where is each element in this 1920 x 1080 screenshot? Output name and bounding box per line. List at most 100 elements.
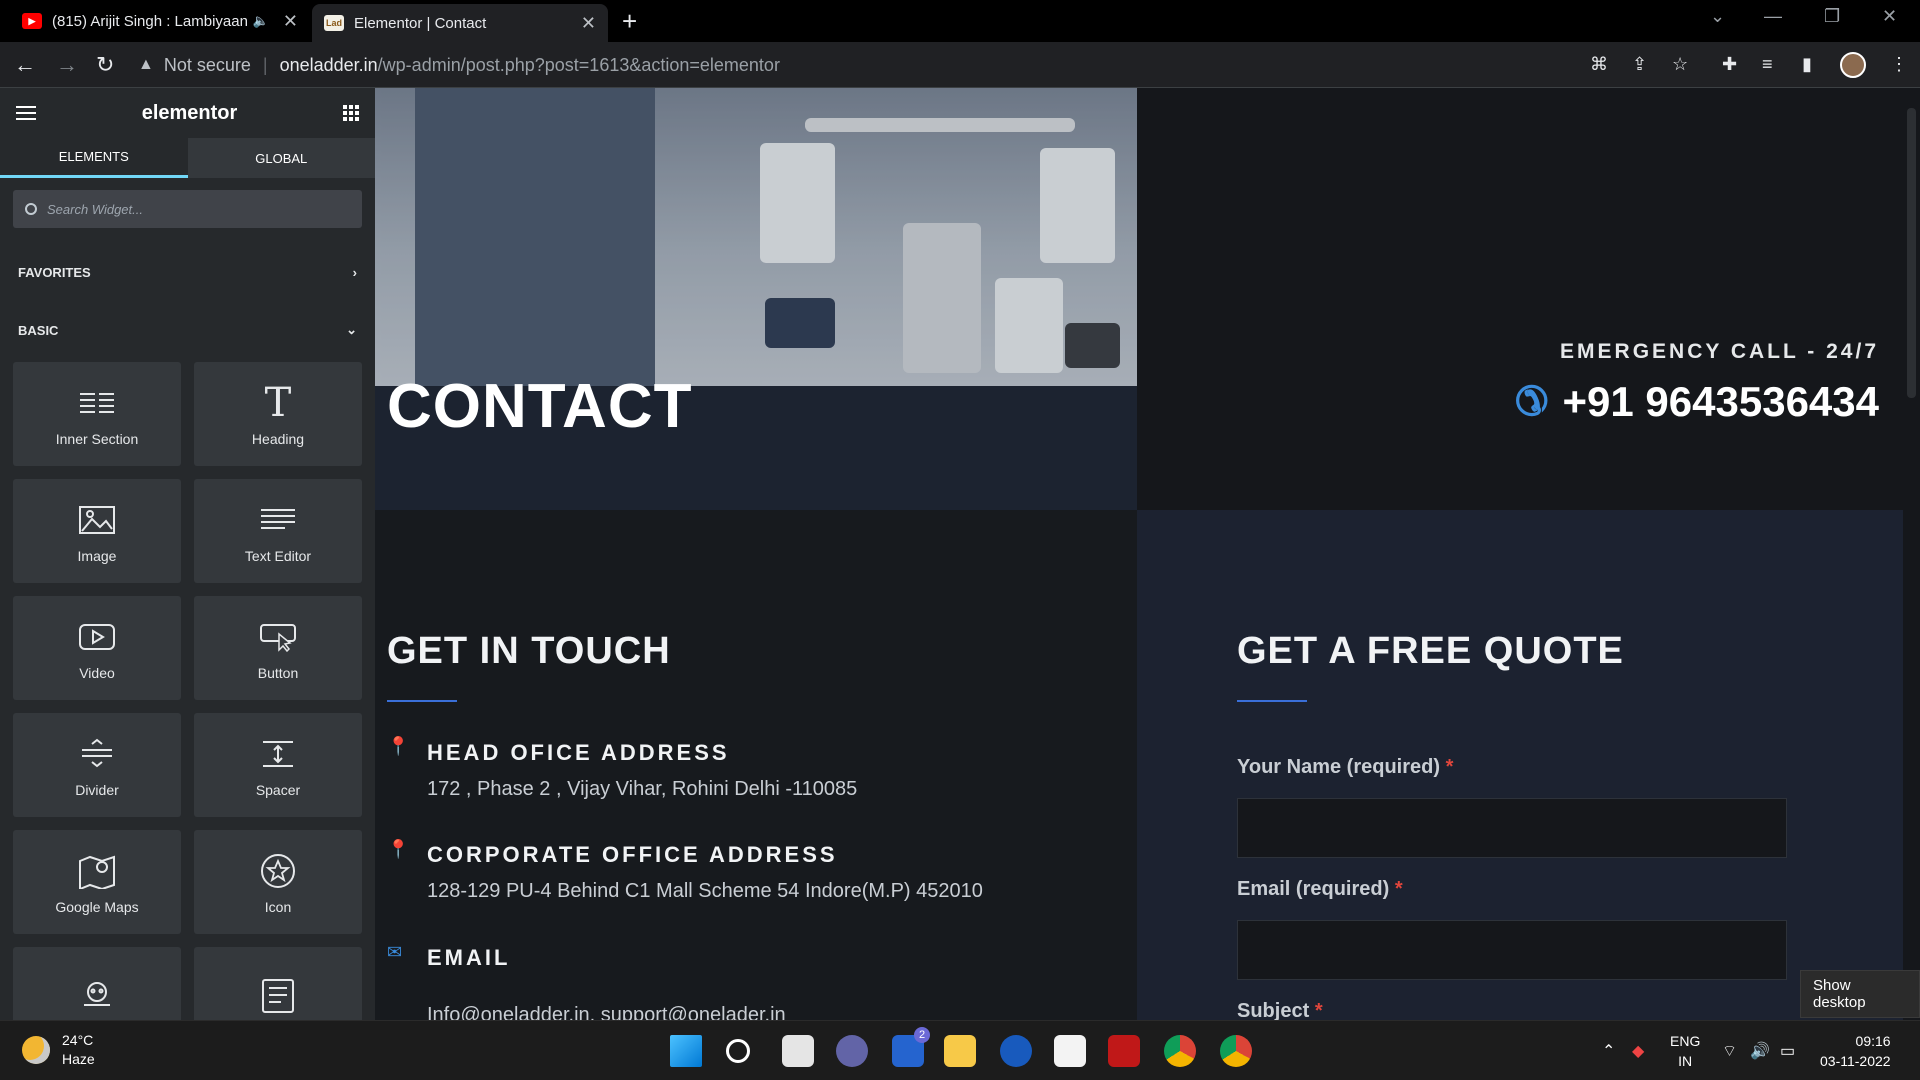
hero-left-section: CONTACT [375, 88, 1137, 510]
widget-image[interactable]: Image [13, 479, 181, 583]
weather-widget[interactable]: 24°C Haze [22, 1031, 95, 1069]
widget-label: Inner Section [55, 431, 139, 447]
image-icon [78, 498, 116, 542]
heading-underline [1237, 700, 1307, 702]
battery-icon[interactable]: ▭ [1780, 1041, 1795, 1061]
new-tab-button[interactable]: + [622, 6, 637, 37]
language-indicator[interactable]: ENG IN [1670, 1031, 1700, 1071]
hero-right-section: EMERGENCY CALL - 24/7 ✆ +91 9643536434 [1137, 88, 1903, 510]
chat-icon[interactable] [836, 1035, 868, 1067]
translate-icon[interactable]: ⌘ [1590, 54, 1608, 75]
share-icon[interactable]: ⇪ [1632, 54, 1647, 75]
quote-form-section: GET A FREE QUOTE Your Name (required) * … [1137, 510, 1903, 1020]
back-button[interactable]: ← [14, 52, 36, 78]
tab-title: (815) Arijit Singh : Lambiyaan [52, 12, 248, 30]
word-icon[interactable] [1000, 1035, 1032, 1067]
todo-icon[interactable]: 2 [892, 1027, 930, 1067]
favorites-section[interactable]: FAVORITES › [0, 240, 375, 304]
restore-button[interactable]: ❐ [1824, 6, 1840, 27]
close-tab-icon[interactable]: ✕ [283, 11, 298, 32]
file-explorer-icon[interactable] [944, 1035, 976, 1067]
widget-spacer[interactable]: Spacer [194, 713, 362, 817]
free-quote-heading: GET A FREE QUOTE [1237, 630, 1624, 672]
name-field-label: Your Name (required) * [1237, 756, 1454, 778]
volume-icon[interactable]: 🔊 [1750, 1041, 1770, 1061]
email-value[interactable]: Info@oneladder.in, support@onelader.in [427, 1004, 786, 1020]
widget-icon[interactable]: Icon [194, 830, 362, 934]
temperature: 24°C [62, 1032, 94, 1048]
panel-header: elementor [0, 88, 375, 138]
close-tab-icon[interactable]: ✕ [581, 13, 596, 34]
inner-section-icon [78, 381, 116, 425]
contact-info-section: GET IN TOUCH 📍 HEAD OFICE ADDRESS 172 , … [375, 510, 1137, 1020]
speaker-icon[interactable]: 🔈 [253, 13, 269, 29]
heading-underline [387, 700, 457, 702]
widget-google-maps[interactable]: Google Maps [13, 830, 181, 934]
widget-search-input[interactable]: Search Widget... [13, 190, 362, 228]
name-input[interactable] [1237, 798, 1787, 858]
google-maps-icon [78, 849, 116, 893]
address-bar[interactable]: ▲ Not secure | oneladder.in/wp-admin/pos… [138, 48, 1556, 82]
widget-label: Video [79, 665, 115, 681]
tab-youtube[interactable]: ▶ (815) Arijit Singh : Lambiyaan 🔈 ✕ [10, 0, 310, 42]
clock[interactable]: 09:16 03-11-2022 [1820, 1031, 1891, 1071]
hero-background-image [375, 88, 1137, 386]
tv-image [765, 298, 835, 348]
phone-number[interactable]: ✆ +91 9643536434 [1515, 378, 1879, 426]
email-input[interactable] [1237, 920, 1787, 980]
extensions-icon[interactable]: ✚ [1722, 54, 1737, 75]
chevron-up-icon[interactable]: ⌃ [1602, 1041, 1615, 1061]
side-panel-icon[interactable]: ▮ [1802, 54, 1812, 75]
widget-text-editor[interactable]: Text Editor [194, 479, 362, 583]
get-in-touch-heading: GET IN TOUCH [387, 630, 671, 672]
technician-figure [415, 88, 655, 386]
tray-app-icon[interactable]: ◆ [1632, 1041, 1644, 1061]
widget-divider[interactable]: Divider [13, 713, 181, 817]
weather-haze-icon [22, 1036, 50, 1064]
warning-icon[interactable]: ▲ [138, 56, 154, 74]
search-icon[interactable] [726, 1039, 750, 1063]
bookmark-star-icon[interactable]: ☆ [1672, 54, 1688, 75]
location-pin-icon: 📍 [387, 839, 410, 859]
search-icon [25, 203, 37, 215]
notification-badge: 2 [914, 1027, 930, 1043]
mcafee-icon[interactable] [1108, 1035, 1140, 1067]
start-windows-icon[interactable] [670, 1035, 702, 1067]
store-icon[interactable] [1054, 1035, 1086, 1067]
time: 09:16 [1855, 1033, 1891, 1049]
page-title: CONTACT [387, 372, 693, 441]
chrome-icon[interactable] [1164, 1035, 1196, 1067]
apps-grid-icon[interactable] [343, 105, 359, 121]
tab-search-icon[interactable]: ⌄ [1710, 6, 1725, 27]
chrome-profile-icon[interactable] [1220, 1035, 1252, 1067]
monitor-image [1065, 323, 1120, 368]
url-path: /wp-admin/post.php?post=1613&action=elem… [377, 54, 780, 75]
widget-heading[interactable]: T Heading [194, 362, 362, 466]
wifi-icon[interactable]: ⌔ [1722, 1041, 1737, 1061]
security-label: Not secure [163, 54, 251, 75]
browser-tab-bar: ▶ (815) Arijit Singh : Lambiyaan 🔈 ✕ Lad… [0, 0, 1920, 42]
minimize-button[interactable]: — [1764, 6, 1782, 27]
widget-label: Google Maps [55, 899, 139, 915]
widget-inner-section[interactable]: Inner Section [13, 362, 181, 466]
close-window-button[interactable]: ✕ [1882, 6, 1897, 27]
menu-dots-icon[interactable]: ⋮ [1890, 54, 1908, 75]
widget-video[interactable]: Video [13, 596, 181, 700]
phone-text: +91 9643536434 [1562, 378, 1880, 425]
widget-button[interactable]: Button [194, 596, 362, 700]
task-view-icon[interactable] [782, 1035, 814, 1067]
reload-button[interactable]: ↻ [96, 52, 114, 78]
weather-condition: Haze [62, 1051, 95, 1067]
profile-avatar[interactable] [1840, 52, 1866, 78]
media-control-icon[interactable]: ≡ [1762, 54, 1773, 75]
forward-button[interactable]: → [56, 52, 78, 78]
tab-global[interactable]: GLOBAL [187, 138, 375, 178]
canvas-scrollbar[interactable] [1903, 88, 1920, 1020]
tab-elements[interactable]: ELEMENTS [0, 138, 188, 178]
widget-label: Text Editor [244, 548, 312, 564]
basic-section[interactable]: BASIC ⌄ [0, 298, 375, 362]
hamburger-menu-icon[interactable] [16, 106, 36, 120]
envelope-icon: ✉ [387, 942, 403, 962]
page-canvas: CONTACT EMERGENCY CALL - 24/7 ✆ +91 9643… [375, 88, 1920, 1020]
tab-elementor[interactable]: Lad Elementor | Contact ✕ [312, 4, 608, 42]
